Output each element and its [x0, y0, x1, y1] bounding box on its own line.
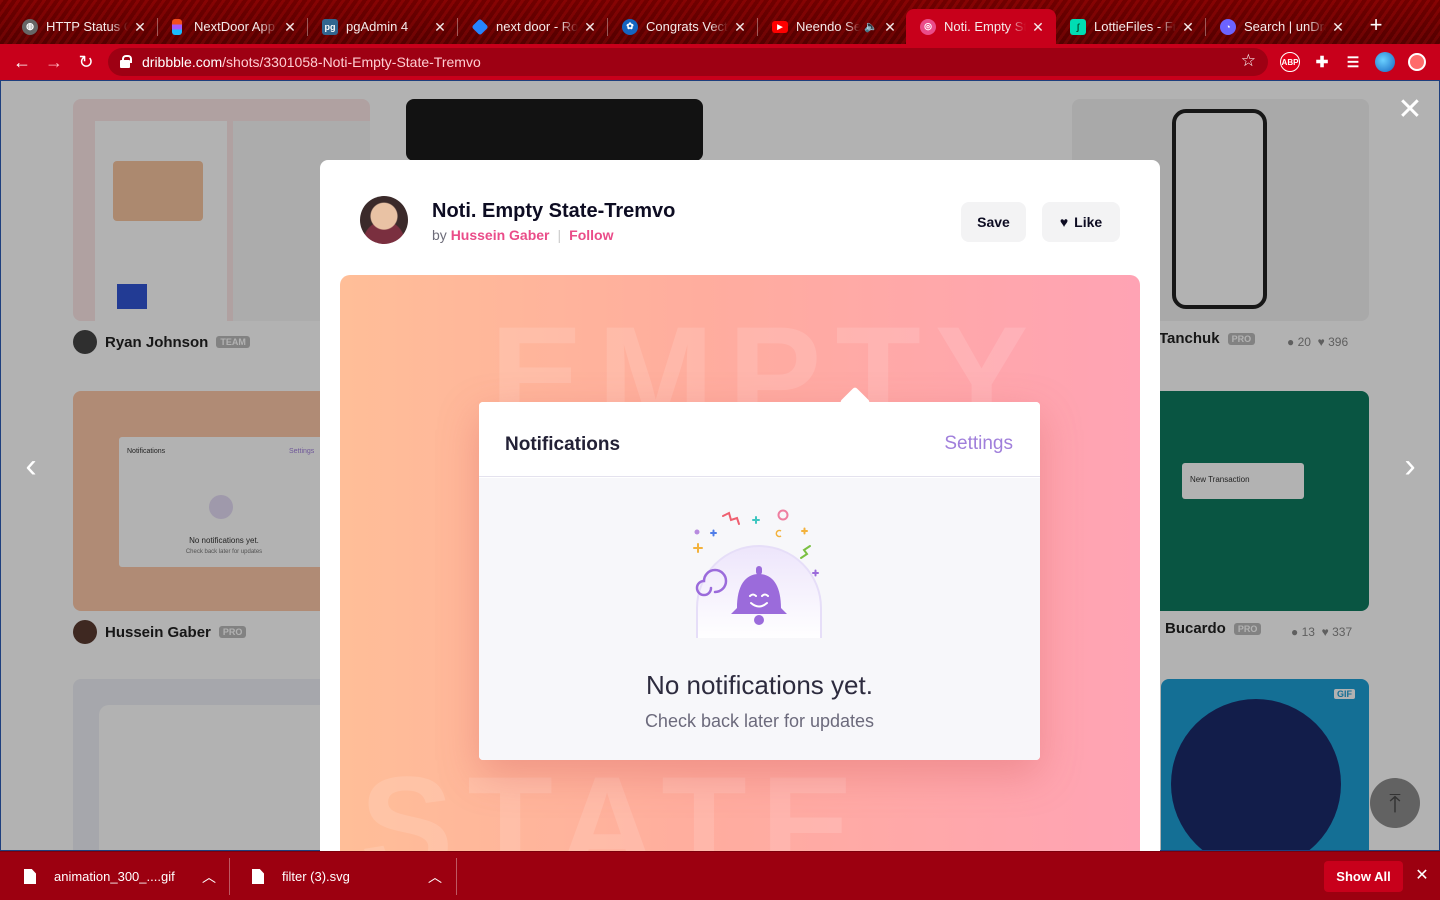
tab-title: pgAdmin 4: [346, 19, 409, 34]
shot-byline: by Hussein Gaber | Follow: [432, 227, 614, 243]
tab-title: Search | unDra: [1244, 19, 1326, 34]
vecteezy-icon: ✿: [622, 18, 638, 35]
tab-nextdoor-app[interactable]: NextDoor App ✕: [158, 9, 308, 44]
close-tab-icon[interactable]: ✕: [282, 19, 298, 35]
heart-icon: ♥: [1059, 214, 1069, 230]
settings-link: Settings: [944, 433, 1013, 454]
tab-pgadmin[interactable]: pg pgAdmin 4 ✕: [308, 9, 458, 44]
tab-congrats-vector[interactable]: ✿ Congrats Vect ✕: [608, 9, 758, 44]
bell-illustration-icon: [693, 509, 822, 638]
tab-next-door-roadmap[interactable]: next door - Ro ✕: [458, 9, 608, 44]
next-shot-arrow-icon[interactable]: ›: [1396, 448, 1424, 484]
lock-icon: [120, 55, 132, 68]
tab-noti-empty-state[interactable]: ◎ Noti. Empty St ✕: [906, 9, 1056, 44]
profile-globe-icon[interactable]: [1375, 52, 1395, 72]
close-tab-icon[interactable]: ✕: [1030, 19, 1046, 35]
jira-icon: [471, 18, 489, 35]
close-overlay-icon[interactable]: ✕: [1396, 95, 1424, 125]
undraw-icon: ◔: [1220, 18, 1236, 35]
tab-title: Congrats Vect: [646, 19, 728, 34]
save-button[interactable]: Save: [961, 202, 1026, 242]
extension-record-icon[interactable]: [1408, 53, 1426, 71]
figma-icon: [172, 18, 182, 35]
youtube-icon: ▶: [772, 20, 788, 33]
adblock-plus-icon[interactable]: ABP: [1280, 52, 1300, 72]
extensions-puzzle-icon[interactable]: ✚: [1312, 52, 1332, 72]
pgadmin-icon: pg: [322, 18, 338, 35]
browser-toolbar: ← → ↻ dribbble.com/shots/3301058-Noti-Em…: [0, 44, 1440, 80]
file-icon: [24, 869, 36, 884]
address-bar[interactable]: dribbble.com/shots/3301058-Noti-Empty-St…: [108, 48, 1268, 76]
show-all-button[interactable]: Show All: [1324, 861, 1403, 892]
close-tab-icon[interactable]: ✕: [432, 19, 448, 35]
download-filename: filter (3).svg: [282, 869, 350, 884]
close-tab-icon[interactable]: ✕: [582, 19, 598, 35]
tab-title: LottieFiles - Fr: [1094, 19, 1176, 34]
tab-strip: ◍ HTTP Status C ✕ NextDoor App ✕ pg pgAd…: [0, 0, 1440, 44]
previous-shot-arrow-icon[interactable]: ‹: [17, 448, 45, 484]
empty-state-title: No notifications yet.: [646, 670, 873, 700]
bookmark-star-icon[interactable]: ☆: [1241, 51, 1256, 71]
tab-undraw[interactable]: ◔ Search | unDra ✕: [1206, 9, 1356, 44]
download-filename: animation_300_....gif: [54, 869, 175, 884]
tab-http-status[interactable]: ◍ HTTP Status C ✕: [8, 9, 158, 44]
like-button[interactable]: ♥ Like: [1042, 202, 1120, 242]
author-avatar[interactable]: [360, 196, 408, 244]
back-button[interactable]: ←: [10, 50, 34, 74]
notification-body: No notifications yet. Check back later f…: [479, 478, 1040, 760]
lottiefiles-icon: ∫: [1070, 18, 1086, 35]
empty-state-subtitle: Check back later for updates: [644, 711, 875, 731]
reload-button[interactable]: ↻: [74, 50, 98, 74]
shot-title: Noti. Empty State-Tremvo: [432, 200, 676, 222]
chevron-up-icon[interactable]: ︿: [202, 867, 216, 887]
scroll-to-top-icon[interactable]: ⤒: [1370, 778, 1420, 828]
by-label: by: [432, 227, 447, 243]
download-item[interactable]: animation_300_....gif ︿: [24, 852, 230, 900]
author-link[interactable]: Hussein Gaber: [451, 227, 550, 243]
tab-title: HTTP Status C: [46, 19, 128, 34]
artwork-watermark: STATE: [360, 747, 869, 860]
shot-artwork[interactable]: EMPTY STATE Notifications Settings No no…: [340, 275, 1140, 860]
url-text: dribbble.com/shots/3301058-Noti-Empty-St…: [142, 54, 481, 70]
tab-title: next door - Ro: [496, 19, 578, 34]
close-tab-icon[interactable]: ✕: [882, 19, 898, 35]
close-shelf-icon[interactable]: ✕: [1412, 866, 1432, 886]
dribbble-icon: ◎: [920, 18, 936, 35]
speaker-icon[interactable]: 🔈: [864, 19, 878, 35]
new-tab-button[interactable]: +: [1364, 14, 1388, 38]
tab-lottiefiles[interactable]: ∫ LottieFiles - Fr ✕: [1056, 9, 1206, 44]
notification-title: Notifications: [505, 434, 621, 455]
close-tab-icon[interactable]: ✕: [1330, 19, 1346, 35]
follow-link[interactable]: Follow: [569, 227, 613, 243]
downloads-shelf: animation_300_....gif ︿ filter (3).svg ︿…: [0, 851, 1440, 900]
tab-title: Noti. Empty St: [944, 19, 1026, 34]
close-tab-icon[interactable]: ✕: [132, 19, 148, 35]
forward-button[interactable]: →: [42, 50, 66, 74]
shot-modal: Noti. Empty State-Tremvo by Hussein Gabe…: [320, 160, 1160, 860]
globe-icon: ◍: [22, 18, 38, 35]
close-tab-icon[interactable]: ✕: [1180, 19, 1196, 35]
tab-title: Neendo Se: [796, 19, 860, 34]
close-tab-icon[interactable]: ✕: [732, 19, 748, 35]
notification-panel: Notifications Settings No notifications …: [479, 386, 1040, 760]
download-item[interactable]: filter (3).svg ︿: [252, 852, 456, 900]
media-control-icon[interactable]: ☰: [1343, 52, 1363, 72]
file-icon: [252, 869, 264, 884]
chevron-up-icon[interactable]: ︿: [428, 867, 442, 887]
tab-title: NextDoor App: [194, 19, 275, 34]
notification-header: Notifications Settings: [479, 402, 1040, 477]
tab-neendo[interactable]: ▶ Neendo Se 🔈 ✕: [758, 9, 908, 44]
